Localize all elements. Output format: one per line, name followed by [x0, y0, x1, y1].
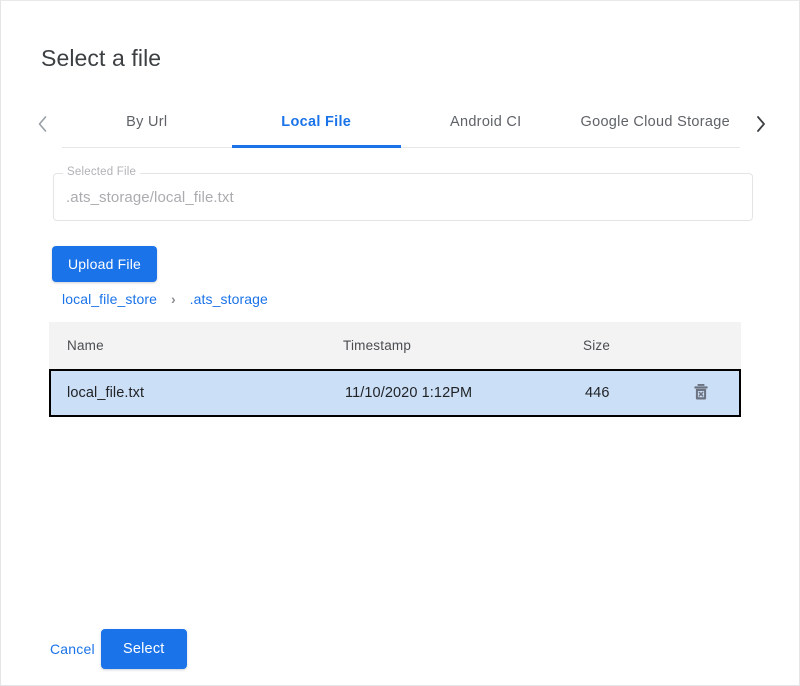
- select-button[interactable]: Select: [101, 629, 187, 669]
- breadcrumb: local_file_store › .ats_storage: [62, 291, 268, 307]
- breadcrumb-separator-icon: ›: [171, 291, 176, 307]
- chevron-right-icon: [754, 114, 767, 134]
- cancel-button[interactable]: Cancel: [41, 631, 104, 667]
- column-header-size: Size: [583, 338, 675, 353]
- selected-file-value: .ats_storage/local_file.txt: [66, 173, 234, 221]
- tab-strip: By Url Local File Android CI Google Clou…: [62, 100, 740, 148]
- breadcrumb-item-ats-storage[interactable]: .ats_storage: [190, 291, 268, 307]
- file-table: Name Timestamp Size local_file.txt 11/10…: [49, 322, 741, 417]
- chevron-left-icon: [36, 114, 49, 134]
- table-header-row: Name Timestamp Size: [49, 322, 741, 369]
- upload-file-button[interactable]: Upload File: [52, 246, 157, 282]
- tab-bar: By Url Local File Android CI Google Clou…: [22, 100, 780, 148]
- page-title: Select a file: [41, 45, 161, 72]
- tab-scroll-prev-button[interactable]: [22, 100, 62, 148]
- cell-file-timestamp: 11/10/2020 1:12PM: [345, 385, 585, 401]
- delete-file-button[interactable]: [692, 382, 710, 405]
- cell-file-name: local_file.txt: [51, 385, 345, 401]
- column-header-timestamp: Timestamp: [343, 338, 583, 353]
- tab-google-cloud-storage[interactable]: Google Cloud Storage: [571, 100, 741, 147]
- trash-icon: [692, 382, 710, 405]
- tab-scroll-next-button[interactable]: [740, 100, 780, 148]
- selected-file-field[interactable]: Selected File .ats_storage/local_file.tx…: [53, 173, 753, 221]
- cell-file-size: 446: [585, 385, 677, 401]
- column-header-name: Name: [49, 338, 343, 353]
- breadcrumb-item-local-file-store[interactable]: local_file_store: [62, 291, 157, 307]
- select-file-dialog: Select a file By Url Local File Android …: [0, 0, 800, 686]
- tab-android-ci[interactable]: Android CI: [401, 100, 571, 147]
- tab-by-url[interactable]: By Url: [62, 100, 232, 147]
- table-row[interactable]: local_file.txt 11/10/2020 1:12PM 446: [49, 369, 741, 417]
- tab-local-file[interactable]: Local File: [232, 100, 402, 147]
